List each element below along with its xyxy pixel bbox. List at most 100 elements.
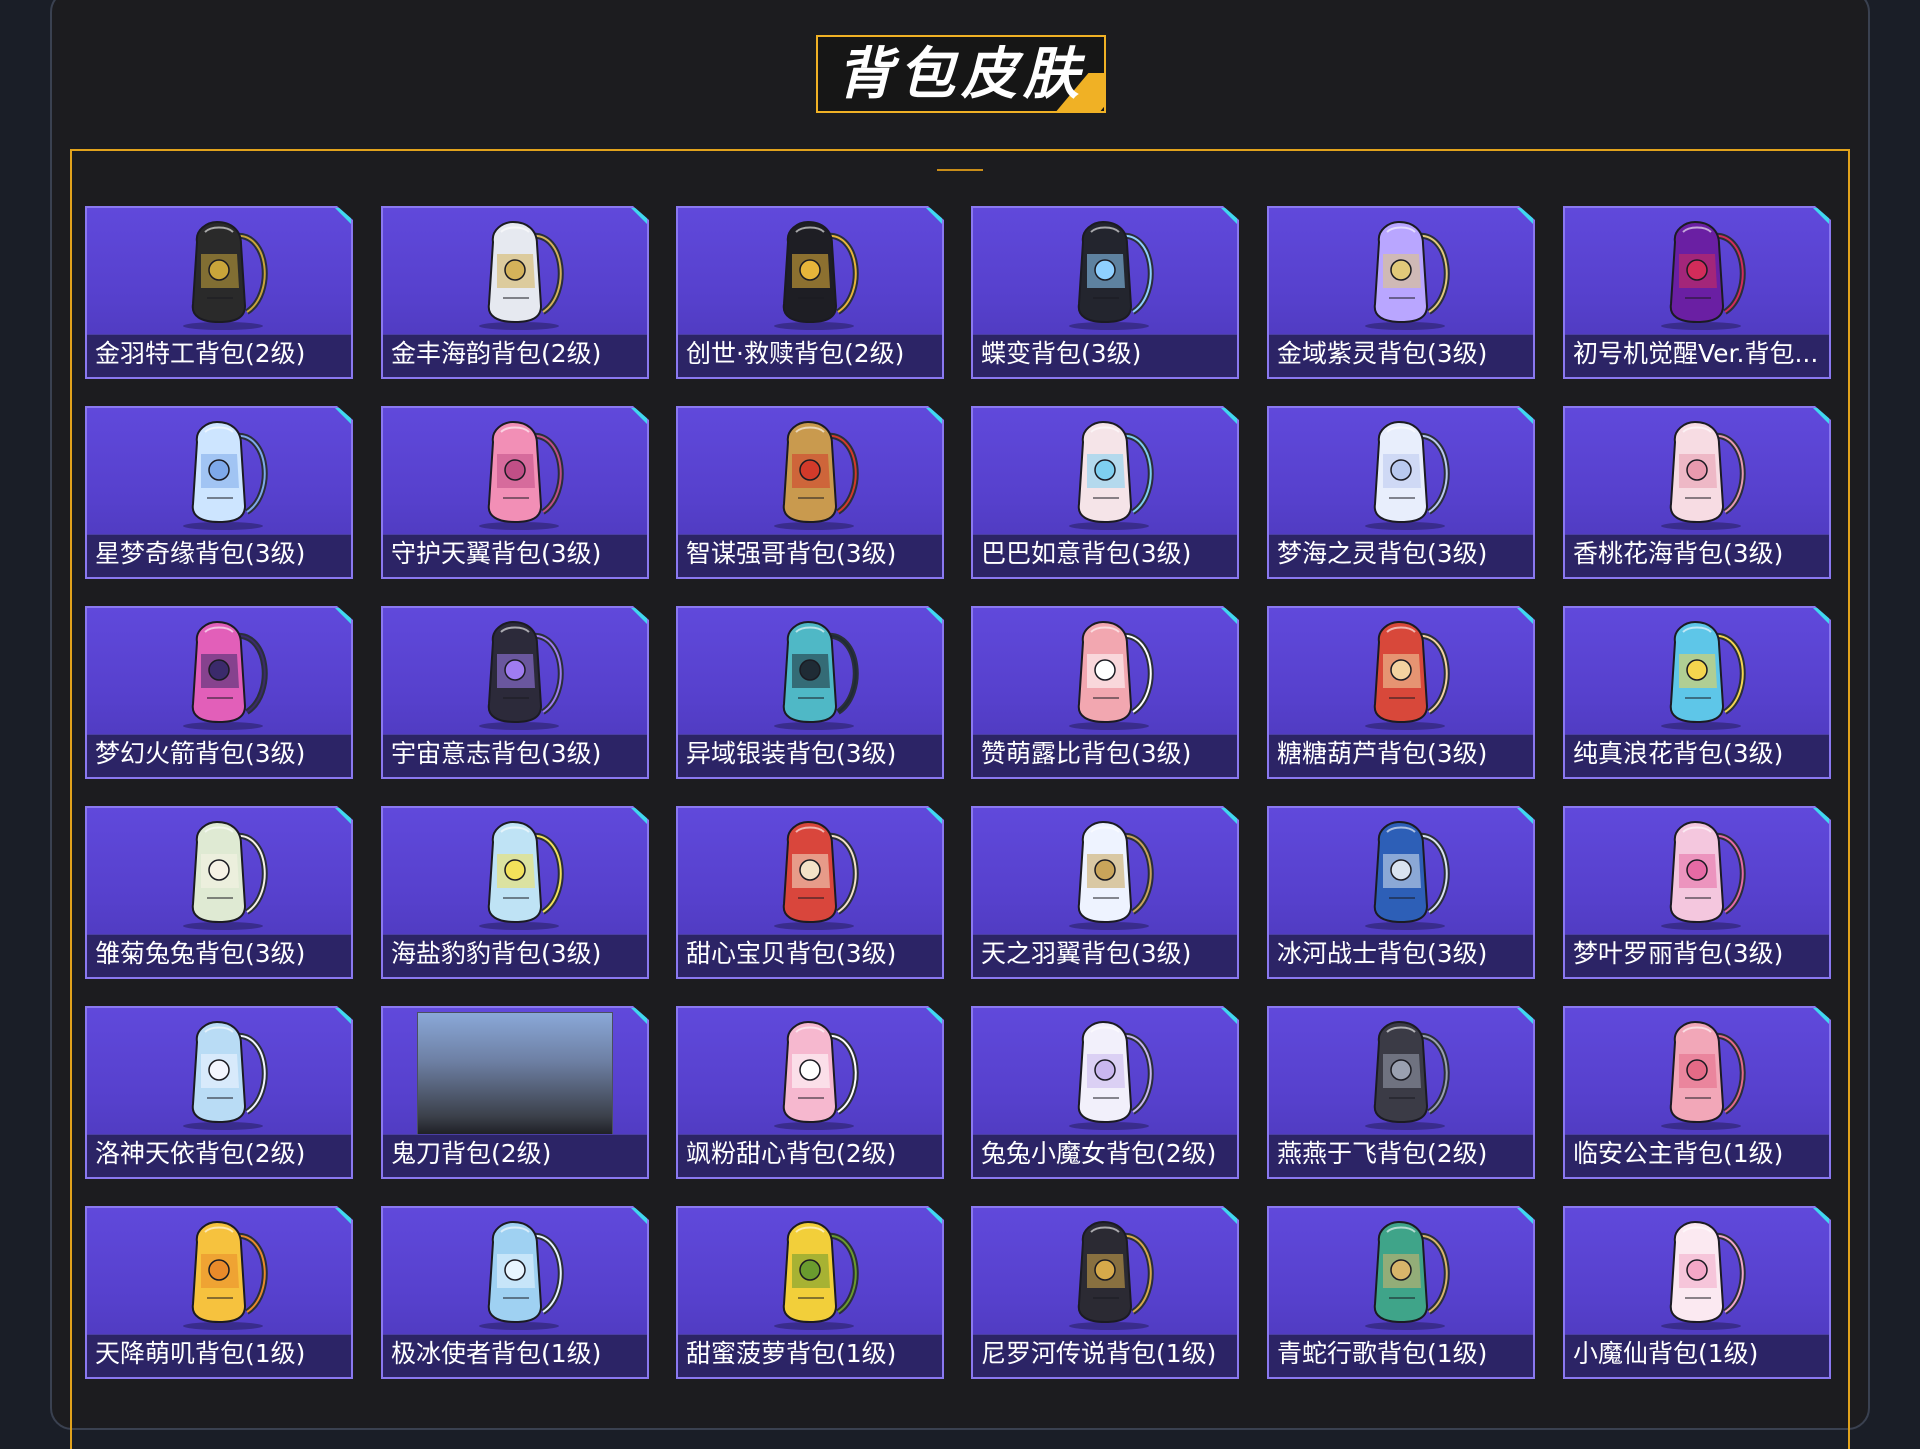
skin-card[interactable]: 梦海之灵背包(3级) <box>1267 406 1535 579</box>
white-rabbit-backpack-icon <box>1043 414 1173 532</box>
skin-name: 尼罗河传说背包(1级) <box>981 1339 1217 1368</box>
skin-card[interactable]: 兔兔小魔女背包(2级) <box>971 1006 1239 1179</box>
rarity-corner-mark <box>1517 608 1533 624</box>
skin-card[interactable]: 异域银装背包(3级) <box>676 606 944 779</box>
skin-name: 香桃花海背包(3级) <box>1573 539 1784 568</box>
skin-name: 兔兔小魔女背包(2级) <box>981 1139 1217 1168</box>
rarity-corner-mark <box>631 1208 647 1224</box>
skin-card[interactable]: 冰河战士背包(3级) <box>1267 806 1535 979</box>
rarity-corner-mark <box>1221 808 1237 824</box>
skin-name: 守护天翼背包(3级) <box>391 539 602 568</box>
rarity-corner-mark <box>631 1008 647 1024</box>
skin-card[interactable]: 金羽特工背包(2级) <box>85 206 353 379</box>
rarity-corner-mark <box>926 808 942 824</box>
skin-card[interactable]: 天降萌叽背包(1级) <box>85 1206 353 1379</box>
skin-card[interactable]: 梦幻火箭背包(3级) <box>85 606 353 779</box>
dark-pendant-backpack-icon <box>1339 1014 1469 1132</box>
rarity-corner-mark <box>1813 208 1829 224</box>
skin-card[interactable]: 极冰使者背包(1级) <box>381 1206 649 1379</box>
peach-blossom-backpack-icon <box>1635 414 1765 532</box>
skin-name: 梦叶罗丽背包(3级) <box>1573 939 1784 968</box>
skin-name: 创世·救赎背包(2级) <box>686 339 905 368</box>
skin-name: 雏菊兔兔背包(3级) <box>95 939 306 968</box>
dark-crystal-backpack-icon <box>453 614 583 732</box>
skin-card[interactable]: 初号机觉醒Ver.背包... <box>1563 206 1831 379</box>
skin-card[interactable]: 青蛇行歌背包(1级) <box>1267 1206 1535 1379</box>
bear-sunglasses-backpack-icon <box>748 414 878 532</box>
black-gold-mech-backpack-icon <box>748 214 878 332</box>
skin-card[interactable]: 甜蜜菠萝背包(1级) <box>676 1206 944 1379</box>
skin-name: 飒粉甜心背包(2级) <box>686 1139 897 1168</box>
rarity-corner-mark <box>631 408 647 424</box>
rarity-corner-mark <box>1517 1008 1533 1024</box>
skin-card[interactable]: 金丰海韵背包(2级) <box>381 206 649 379</box>
skin-card[interactable]: 天之羽翼背包(3级) <box>971 806 1239 979</box>
skin-card[interactable]: 洛神天依背包(2级) <box>85 1006 353 1179</box>
rarity-corner-mark <box>335 808 351 824</box>
white-pink-bunny-backpack-icon <box>1635 1214 1765 1332</box>
skin-name: 天降萌叽背包(1级) <box>95 1339 306 1368</box>
skin-name: 海盐豹豹背包(3级) <box>391 939 602 968</box>
skin-card[interactable]: 巴巴如意背包(3级) <box>971 406 1239 579</box>
skin-name: 智谋强哥背包(3级) <box>686 539 897 568</box>
skin-name: 极冰使者背包(1级) <box>391 1339 602 1368</box>
rarity-corner-mark <box>1221 608 1237 624</box>
skin-card[interactable]: 守护天翼背包(3级) <box>381 406 649 579</box>
skin-card[interactable]: 香桃花海背包(3级) <box>1563 406 1831 579</box>
pineapple-backpack-icon <box>748 1214 878 1332</box>
skin-card[interactable]: 甜心宝贝背包(3级) <box>676 806 944 979</box>
skin-card[interactable]: 梦叶罗丽背包(3级) <box>1563 806 1831 979</box>
pink-bear-backpack-icon <box>1043 614 1173 732</box>
section-title-box: 背包皮肤 <box>816 35 1106 113</box>
pink-wing-backpack-icon <box>453 414 583 532</box>
skin-card[interactable]: 纯真浪花背包(3级) <box>1563 606 1831 779</box>
skin-card[interactable]: 智谋强哥背包(3级) <box>676 406 944 579</box>
skin-card[interactable]: 临安公主背包(1级) <box>1563 1006 1831 1179</box>
blue-bow-backpack-icon <box>157 1014 287 1132</box>
blue-warrior-backpack-icon <box>1339 814 1469 932</box>
silver-teal-backpack-icon <box>748 614 878 732</box>
rarity-corner-mark <box>1221 208 1237 224</box>
skin-card[interactable]: 鬼刀背包(2级) <box>381 1006 649 1179</box>
skin-card[interactable]: 海盐豹豹背包(3级) <box>381 806 649 979</box>
white-gold-shell-backpack-icon <box>453 214 583 332</box>
backpack-skin-grid: 金羽特工背包(2级) 金丰海韵背包(2级) 创世·救赎背包(2级) 蝶变背包(3级) 金… <box>85 206 1845 1406</box>
skin-card[interactable]: 蝶变背包(3级) <box>971 206 1239 379</box>
skin-name: 纯真浪花背包(3级) <box>1573 739 1784 768</box>
skin-card[interactable]: 金域紫灵背包(3级) <box>1267 206 1535 379</box>
skin-card[interactable]: 燕燕于飞背包(2级) <box>1267 1006 1535 1179</box>
skin-card[interactable]: 小魔仙背包(1级) <box>1563 1206 1831 1379</box>
purple-mech-backpack-icon <box>1635 214 1765 332</box>
skin-name: 赞萌露比背包(3级) <box>981 739 1192 768</box>
skin-card[interactable]: 尼罗河传说背包(1级) <box>971 1206 1239 1379</box>
skin-name: 巴巴如意背包(3级) <box>981 539 1192 568</box>
skin-name: 异域银装背包(3级) <box>686 739 897 768</box>
skin-card[interactable]: 雏菊兔兔背包(3级) <box>85 806 353 979</box>
skin-card[interactable]: 宇宙意志背包(3级) <box>381 606 649 779</box>
skin-card[interactable]: 创世·救赎背包(2级) <box>676 206 944 379</box>
skin-name: 初号机觉醒Ver.背包... <box>1573 339 1819 368</box>
skin-card[interactable]: 糖糖葫芦背包(3级) <box>1267 606 1535 779</box>
blue-seal-backpack-icon <box>453 814 583 932</box>
skin-card[interactable]: 飒粉甜心背包(2级) <box>676 1006 944 1179</box>
rarity-corner-mark <box>1221 1208 1237 1224</box>
pink-rocket-backpack-icon <box>157 614 287 732</box>
green-round-backpack-icon <box>1339 1214 1469 1332</box>
skin-name: 燕燕于飞背包(2级) <box>1277 1139 1488 1168</box>
skin-card[interactable]: 星梦奇缘背包(3级) <box>85 406 353 579</box>
skin-name: 蝶变背包(3级) <box>981 339 1142 368</box>
white-shell-backpack-icon <box>1339 414 1469 532</box>
white-wing-backpack-icon <box>1043 814 1173 932</box>
rarity-corner-mark <box>926 608 942 624</box>
ice-wolf-backpack-icon <box>453 1214 583 1332</box>
skin-name: 梦幻火箭背包(3级) <box>95 739 306 768</box>
pink-flower-backpack-icon <box>1635 1014 1765 1132</box>
section-title: 背包皮肤 <box>837 42 1085 107</box>
rarity-corner-mark <box>335 208 351 224</box>
skin-name: 甜心宝贝背包(3级) <box>686 939 897 968</box>
rarity-corner-mark <box>1813 808 1829 824</box>
rarity-corner-mark <box>335 1008 351 1024</box>
skin-card[interactable]: 赞萌露比背包(3级) <box>971 606 1239 779</box>
skin-name: 金羽特工背包(2级) <box>95 339 306 368</box>
black-butterfly-backpack-icon <box>1043 214 1173 332</box>
